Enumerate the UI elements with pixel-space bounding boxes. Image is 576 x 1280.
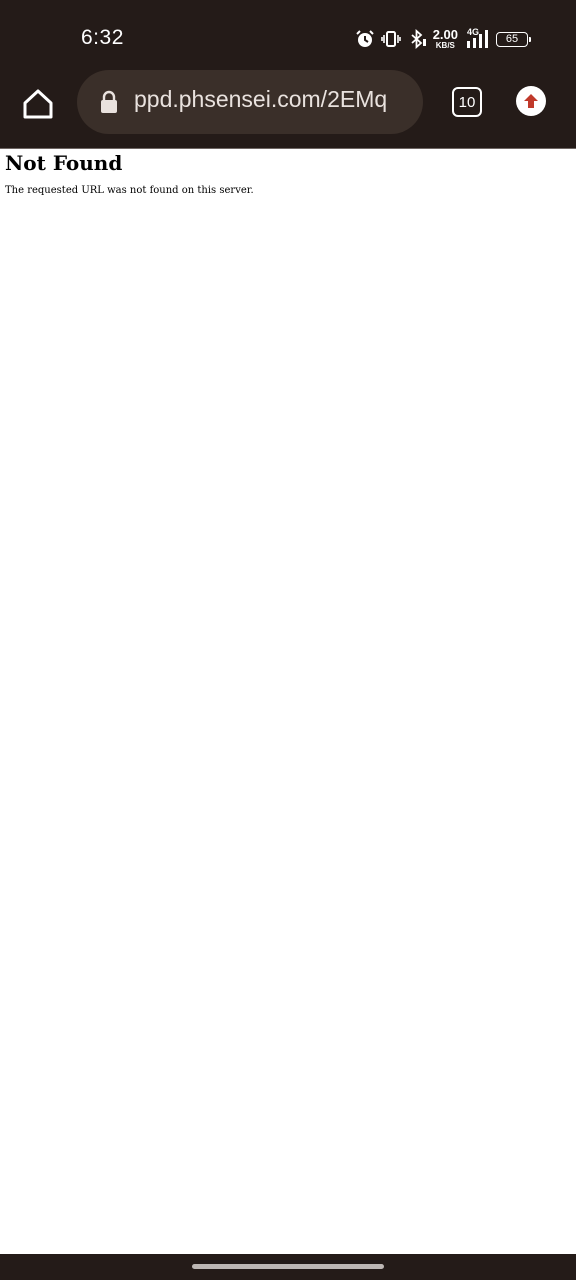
vibrate-icon bbox=[380, 29, 401, 49]
url-text: ppd.phsensei.com/2EMq bbox=[134, 86, 388, 112]
net-speed: 2.00 KB/S bbox=[433, 28, 458, 50]
navigation-bar bbox=[0, 1254, 576, 1280]
tab-switcher-button[interactable]: 10 bbox=[452, 87, 482, 117]
network-type: 4G bbox=[467, 27, 480, 37]
page-title: Not Found bbox=[5, 151, 123, 175]
signal-icon: 4G bbox=[464, 27, 490, 49]
url-bar[interactable]: ppd.phsensei.com/2EMq bbox=[77, 70, 423, 134]
status-time: 6:32 bbox=[81, 26, 124, 49]
up-arrow-icon bbox=[524, 94, 538, 108]
gesture-handle[interactable] bbox=[192, 1264, 384, 1269]
battery-icon: 65 bbox=[496, 31, 531, 47]
tab-count: 10 bbox=[458, 93, 476, 111]
browser-toolbar: ppd.phsensei.com/2EMq 10 bbox=[0, 70, 576, 149]
extension-button[interactable] bbox=[516, 86, 546, 116]
home-icon bbox=[23, 89, 53, 119]
alarm-icon bbox=[355, 29, 375, 49]
error-message: The requested URL was not found on this … bbox=[5, 185, 254, 196]
bluetooth-icon bbox=[407, 29, 427, 49]
status-bar: 6:32 2.00 KB/S 4G 65 bbox=[0, 0, 576, 72]
status-icons: 2.00 KB/S 4G 65 bbox=[355, 26, 531, 52]
net-speed-value: 2.00 bbox=[432, 27, 458, 42]
home-button[interactable] bbox=[20, 86, 56, 122]
battery-level: 65 bbox=[505, 33, 519, 45]
lock-icon bbox=[101, 90, 117, 113]
screen: 6:32 2.00 KB/S 4G 65 ppd.phsensei.com/2E… bbox=[0, 0, 576, 1280]
net-speed-unit: KB/S bbox=[435, 41, 455, 50]
